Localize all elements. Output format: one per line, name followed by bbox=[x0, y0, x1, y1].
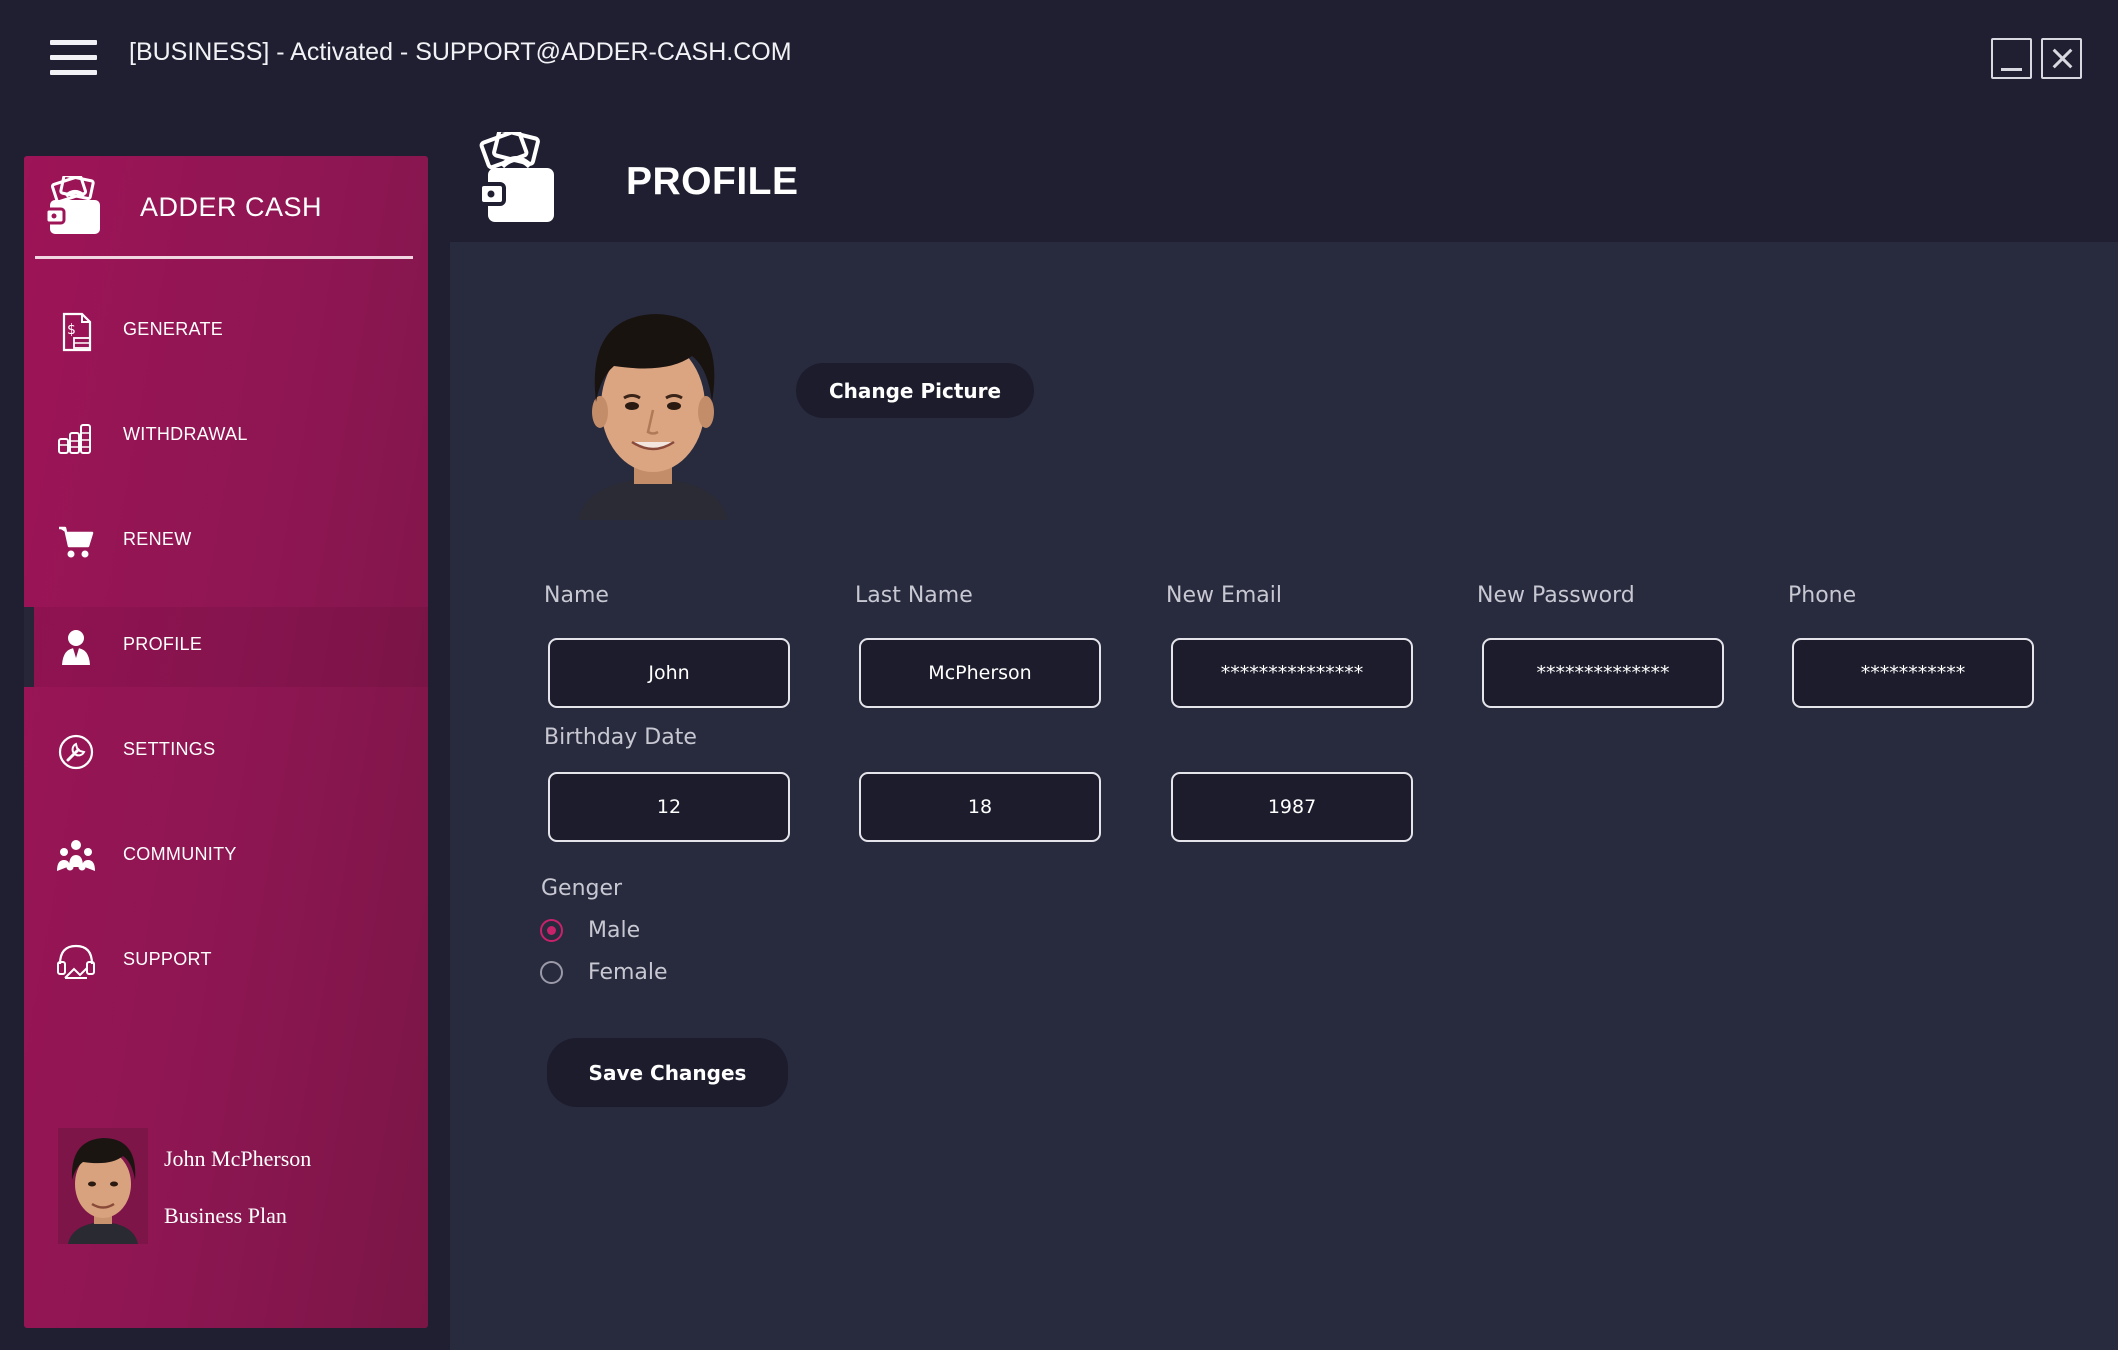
svg-text:$: $ bbox=[67, 322, 76, 338]
group-icon bbox=[57, 840, 95, 871]
sidebar-item-label: SETTINGS bbox=[123, 739, 216, 759]
sidebar-item-community[interactable]: COMMUNITY bbox=[24, 817, 428, 897]
sidebar-item-support[interactable]: SUPPORT bbox=[24, 922, 428, 1002]
sidebar-item-label: PROFILE bbox=[123, 634, 203, 654]
new-email-field[interactable] bbox=[1171, 638, 1413, 708]
name-field[interactable] bbox=[548, 638, 790, 708]
sidebar-item-profile[interactable]: PROFILE bbox=[24, 607, 428, 687]
sidebar-item-label: COMMUNITY bbox=[123, 844, 237, 864]
active-indicator bbox=[24, 607, 34, 687]
phone-label: Phone bbox=[1788, 583, 1857, 608]
name-label: Name bbox=[544, 583, 609, 608]
sidebar-item-label: RENEW bbox=[123, 529, 192, 549]
birth-year-field[interactable] bbox=[1171, 772, 1413, 842]
menu-icon[interactable] bbox=[50, 40, 97, 76]
sidebar-item-label: SUPPORT bbox=[123, 949, 212, 969]
save-changes-button[interactable]: Save Changes bbox=[547, 1038, 788, 1107]
minimize-button[interactable] bbox=[1991, 38, 2032, 79]
sidebar-item-label: GENERATE bbox=[123, 319, 224, 339]
coins-icon bbox=[58, 424, 91, 454]
birthday-label: Birthday Date bbox=[544, 725, 697, 750]
gender-male-option[interactable]: Male bbox=[540, 913, 640, 947]
support-icon bbox=[57, 944, 95, 979]
last-name-field[interactable] bbox=[859, 638, 1101, 708]
sidebar-item-withdrawal[interactable]: WITHDRAWAL bbox=[24, 397, 428, 477]
new-password-field[interactable] bbox=[1482, 638, 1724, 708]
new-password-label: New Password bbox=[1477, 583, 1635, 608]
radio-button-checked[interactable] bbox=[540, 918, 563, 942]
brand: ADDER CASH bbox=[24, 156, 428, 260]
wallet-icon bbox=[478, 132, 554, 222]
last-name-label: Last Name bbox=[855, 583, 973, 608]
avatar bbox=[58, 1128, 148, 1244]
gender-label: Genger bbox=[541, 876, 623, 901]
sidebar-item-renew[interactable]: RENEW bbox=[24, 502, 428, 582]
sidebar-item-settings[interactable]: SETTINGS bbox=[24, 712, 428, 792]
cart-icon bbox=[59, 526, 94, 558]
birth-day-field[interactable] bbox=[859, 772, 1101, 842]
sidebar-item-generate[interactable]: $ GENERATE bbox=[24, 292, 428, 372]
profile-photo bbox=[572, 302, 734, 520]
sidebar-item-label: WITHDRAWAL bbox=[123, 424, 248, 444]
brand-name: ADDER CASH bbox=[140, 192, 323, 222]
brand-divider bbox=[35, 256, 413, 259]
window-title: [BUSINESS] - Activated - SUPPORT@ADDER-C… bbox=[129, 38, 792, 66]
gender-female-option[interactable]: Female bbox=[540, 955, 668, 989]
user-card[interactable]: John McPherson Business Plan bbox=[58, 1128, 418, 1248]
user-icon bbox=[62, 630, 90, 665]
change-picture-button[interactable]: Change Picture bbox=[796, 363, 1034, 418]
wallet-icon bbox=[46, 176, 100, 234]
user-plan: Business Plan bbox=[164, 1203, 287, 1228]
radio-button[interactable] bbox=[540, 960, 563, 984]
gender-option-label: Male bbox=[588, 917, 641, 943]
app-window: [BUSINESS] - Activated - SUPPORT@ADDER-C… bbox=[0, 0, 2118, 1350]
wrench-icon bbox=[58, 734, 94, 770]
invoice-icon: $ bbox=[62, 312, 92, 352]
page-title: PROFILE bbox=[626, 160, 799, 203]
new-email-label: New Email bbox=[1166, 583, 1283, 608]
close-button[interactable] bbox=[2041, 38, 2082, 79]
gender-option-label: Female bbox=[588, 959, 668, 985]
sidebar: ADDER CASH $ GENERATE WITHDRAWAL RENEW P… bbox=[24, 156, 428, 1328]
phone-field[interactable] bbox=[1792, 638, 2034, 708]
birth-month-field[interactable] bbox=[548, 772, 790, 842]
user-name: John McPherson bbox=[164, 1146, 312, 1171]
